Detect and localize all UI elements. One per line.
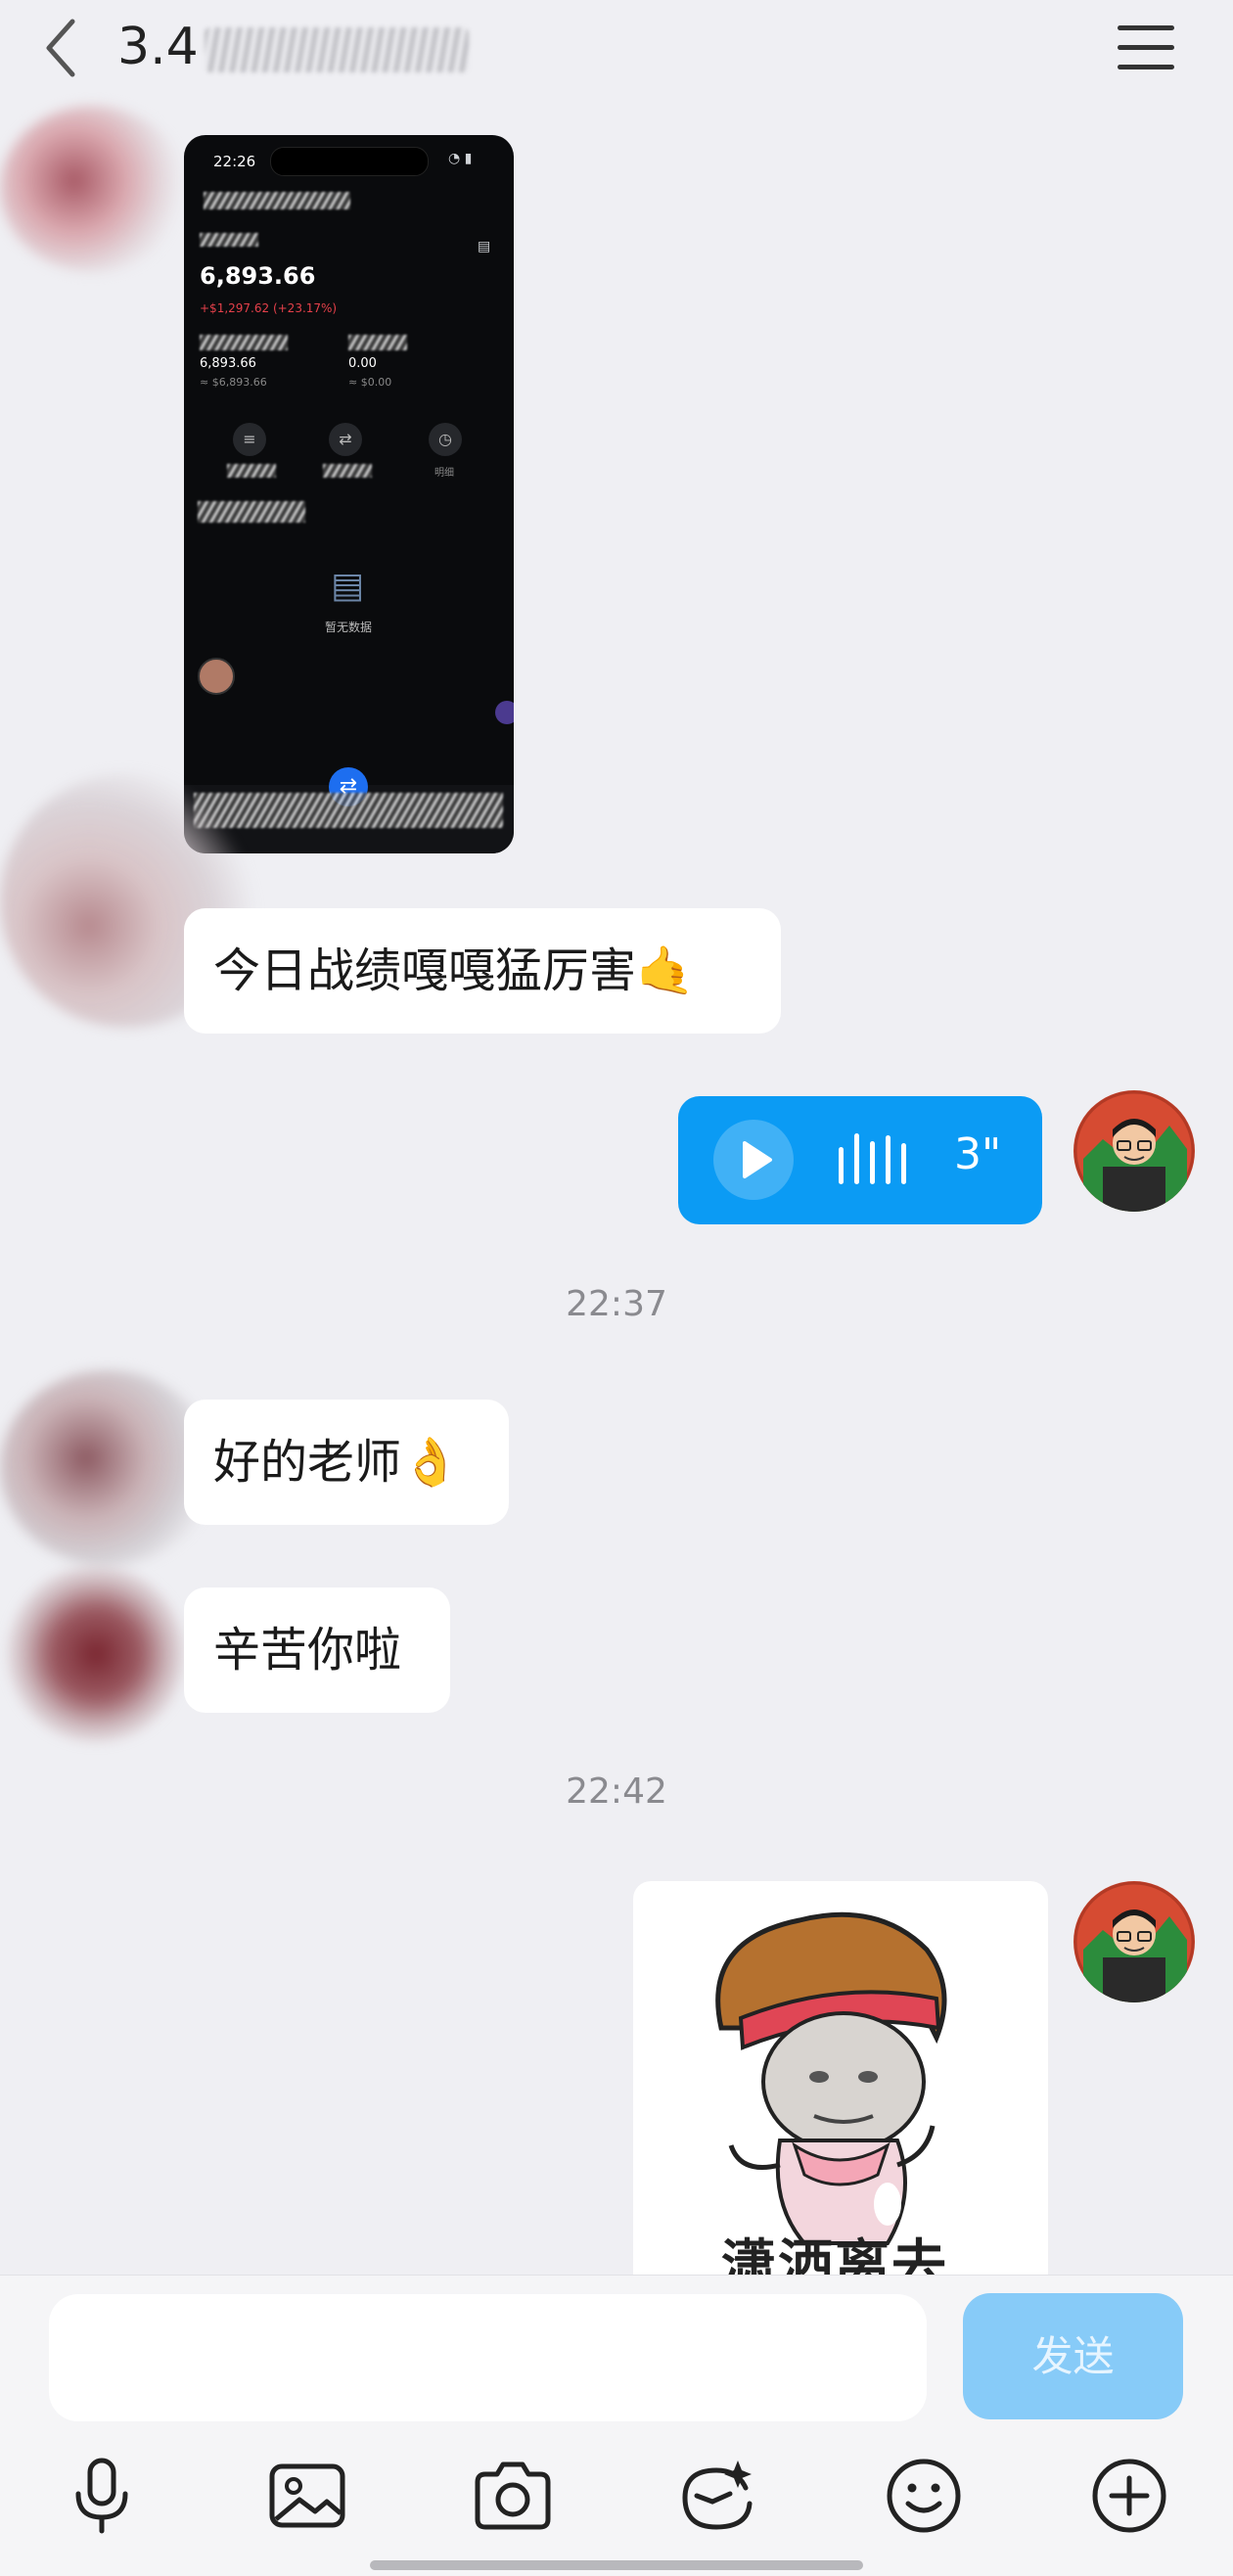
sticker-face-icon[interactable] <box>677 2455 759 2537</box>
avatar[interactable] <box>0 1370 215 1566</box>
status-icons: ◔ ▮ <box>448 151 473 166</box>
message-bubble[interactable]: 辛苦你啦 <box>184 1587 450 1713</box>
clock-icon: ◷ <box>429 423 462 456</box>
empty-doc-icon: ▤ <box>331 566 365 606</box>
redacted <box>194 793 503 828</box>
microphone-icon[interactable] <box>61 2455 143 2537</box>
chat-title: 3.4 <box>117 18 469 76</box>
redacted <box>323 464 372 478</box>
chat-title-text: 3.4 <box>117 18 199 76</box>
redacted <box>227 464 276 478</box>
timestamp: 22:42 <box>566 1771 667 1812</box>
shot-right-sub: ≈ $0.00 <box>348 376 392 389</box>
redacted <box>348 335 407 350</box>
shot-time: 22:26 <box>213 153 256 170</box>
redacted <box>204 192 350 209</box>
float-dot <box>495 701 514 724</box>
shot-left-sub: ≈ $6,893.66 <box>200 376 267 389</box>
message-bubble[interactable]: 好的老师👌 <box>184 1400 509 1525</box>
avatar[interactable] <box>1073 1090 1195 1212</box>
message-text: 今日战绩嘎嘎猛厉害🤙 <box>213 943 695 998</box>
voice-duration: 3" <box>954 1129 1002 1179</box>
message-input[interactable] <box>49 2294 927 2421</box>
shot-empty-text: 暂无数据 <box>325 621 373 634</box>
redacted <box>200 233 258 247</box>
message-text: 辛苦你啦 <box>213 1623 402 1678</box>
dynamic-island <box>270 147 429 176</box>
shot-left-amount: 6,893.66 <box>200 356 256 371</box>
chevron-left-icon[interactable] <box>37 14 86 82</box>
swap-icon: ⇄ <box>329 423 362 456</box>
sticker-message[interactable]: 潇洒离去 <box>633 1881 1048 2312</box>
shot-change: +$1,297.62 (+23.17%) <box>200 301 338 315</box>
image-icon[interactable] <box>266 2455 348 2537</box>
plus-circle-icon[interactable] <box>1088 2455 1170 2537</box>
chat-header: 3.4 <box>0 0 1233 98</box>
camera-icon[interactable] <box>472 2455 554 2537</box>
avatar-illustration <box>1073 1881 1195 2002</box>
message-bubble[interactable]: 今日战绩嘎嘎猛厉害🤙 <box>184 908 781 1034</box>
doc-icon: ▤ <box>478 239 491 254</box>
emoji-icon[interactable] <box>883 2455 965 2537</box>
home-indicator[interactable] <box>370 2560 863 2570</box>
waveform-icon <box>839 1133 906 1184</box>
avatar[interactable] <box>1073 1881 1195 2002</box>
avatar[interactable] <box>8 1566 184 1742</box>
send-button[interactable]: 发送 <box>963 2293 1183 2419</box>
floating-avatar <box>198 658 235 695</box>
voice-message[interactable]: 3" <box>678 1096 1042 1224</box>
list-icon: ≡ <box>233 423 266 456</box>
play-button[interactable] <box>713 1120 794 1200</box>
shot-right-amount: 0.00 <box>348 356 377 371</box>
redacted <box>198 501 305 523</box>
shot-balance: 6,893.66 <box>200 262 316 290</box>
hamburger-menu-icon[interactable] <box>1116 22 1176 74</box>
timestamp: 22:37 <box>566 1284 667 1324</box>
redacted <box>200 335 288 350</box>
avatar[interactable] <box>0 106 186 272</box>
image-message[interactable]: 22:26 ◔ ▮ ▤ 6,893.66 +$1,297.62 (+23.17%… <box>184 135 514 853</box>
avatar-illustration <box>1073 1090 1195 1212</box>
play-icon <box>743 1141 772 1178</box>
shot-action-label: 明细 <box>434 468 454 479</box>
message-text: 好的老师👌 <box>213 1435 460 1490</box>
redacted-name <box>204 27 469 72</box>
